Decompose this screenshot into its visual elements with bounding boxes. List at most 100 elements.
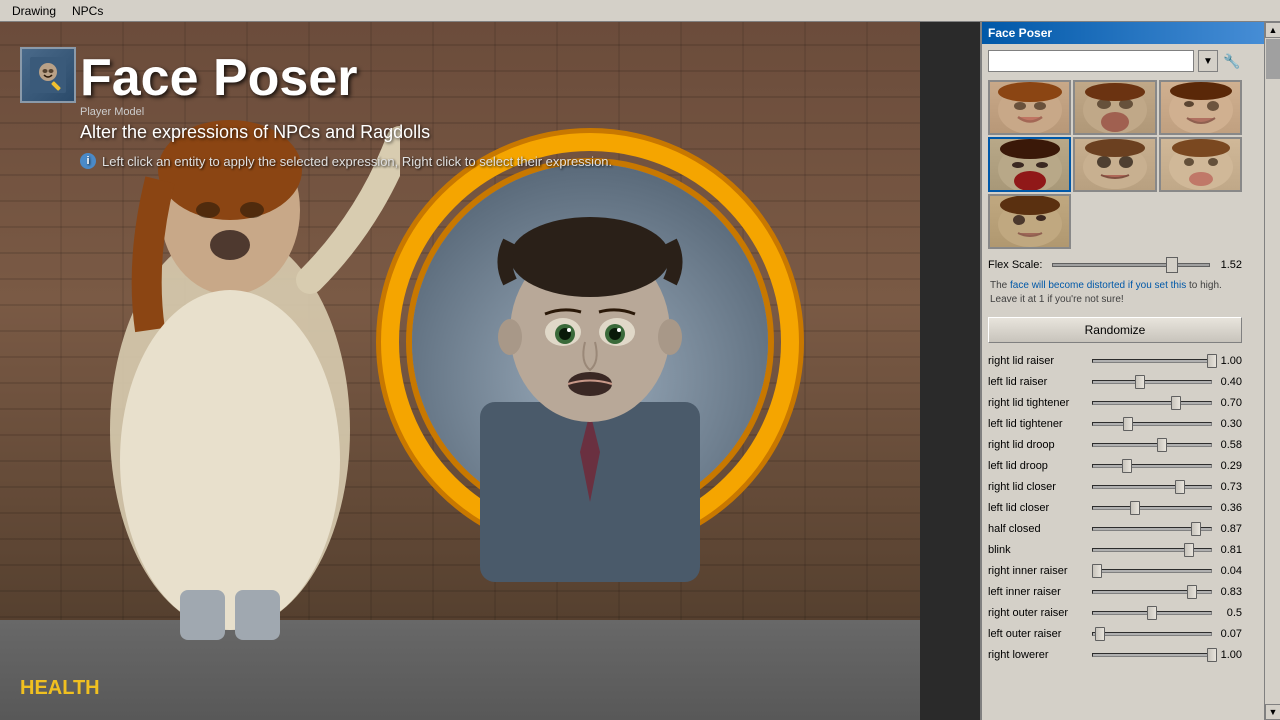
tool-info: i Left click an entity to apply the sele… bbox=[80, 153, 612, 169]
slider-track-2[interactable] bbox=[1092, 395, 1212, 411]
slider-label-3: left lid tightener bbox=[988, 418, 1088, 430]
info-icon: i bbox=[80, 153, 96, 169]
slider-label-5: left lid droop bbox=[988, 460, 1088, 472]
slider-label-7: left lid closer bbox=[988, 502, 1088, 514]
warning-prefix: The bbox=[990, 280, 1010, 291]
slider-value-8: 0.87 bbox=[1216, 523, 1242, 535]
expression-thumbnails bbox=[988, 80, 1242, 249]
slider-value-5: 0.29 bbox=[1216, 460, 1242, 472]
thumb-2[interactable] bbox=[1073, 80, 1156, 135]
slider-value-10: 0.04 bbox=[1216, 565, 1242, 577]
thumb-1[interactable] bbox=[988, 80, 1071, 135]
slider-value-3: 0.30 bbox=[1216, 418, 1242, 430]
slider-value-9: 0.81 bbox=[1216, 544, 1242, 556]
wrench-button[interactable]: 🔧 bbox=[1222, 50, 1242, 72]
slider-row: right outer raiser 0.5 bbox=[988, 603, 1242, 623]
slider-value-2: 0.70 bbox=[1216, 397, 1242, 409]
slider-track-8[interactable] bbox=[1092, 521, 1212, 537]
slider-track-3[interactable] bbox=[1092, 416, 1212, 432]
slider-track-1[interactable] bbox=[1092, 374, 1212, 390]
panel-titlebar: Face Poser bbox=[982, 22, 1280, 44]
scroll-down-arrow[interactable]: ▼ bbox=[1265, 704, 1280, 720]
slider-row: right lid closer 0.73 bbox=[988, 477, 1242, 497]
slider-row: right lid raiser 1.00 bbox=[988, 351, 1242, 371]
expression-dropdown-row: ▼ 🔧 bbox=[988, 50, 1242, 72]
slider-label-12: right outer raiser bbox=[988, 607, 1088, 619]
slider-value-13: 0.07 bbox=[1216, 628, 1242, 640]
slider-row: blink 0.81 bbox=[988, 540, 1242, 560]
dropdown-arrow-button[interactable]: ▼ bbox=[1198, 50, 1218, 72]
slider-track-0[interactable] bbox=[1092, 353, 1212, 369]
warning-text: The face will become distorted if you se… bbox=[988, 277, 1242, 309]
warning-highlight: face will become distorted if you set th… bbox=[1010, 280, 1186, 291]
slider-label-9: blink bbox=[988, 544, 1088, 556]
thumb-3[interactable] bbox=[1159, 80, 1242, 135]
slider-value-0: 1.00 bbox=[1216, 355, 1242, 367]
slider-row: left lid raiser 0.40 bbox=[988, 372, 1242, 392]
scroll-up-arrow[interactable]: ▲ bbox=[1265, 22, 1280, 38]
slider-value-1: 0.40 bbox=[1216, 376, 1242, 388]
slider-label-0: right lid raiser bbox=[988, 355, 1088, 367]
ground-floor bbox=[0, 620, 920, 720]
menu-drawing[interactable]: Drawing bbox=[6, 2, 62, 20]
panel-content: ▼ 🔧 bbox=[982, 44, 1280, 720]
thumb-7[interactable] bbox=[988, 194, 1071, 249]
face-poser-panel: Face Poser ▼ 🔧 bbox=[980, 22, 1280, 720]
slider-label-8: half closed bbox=[988, 523, 1088, 535]
tool-icon bbox=[20, 47, 76, 103]
slider-row: left lid droop 0.29 bbox=[988, 456, 1242, 476]
slider-track-13[interactable] bbox=[1092, 626, 1212, 642]
slider-track-11[interactable] bbox=[1092, 584, 1212, 600]
slider-row: right lowerer1.00 bbox=[988, 645, 1242, 665]
flex-scale-slider[interactable] bbox=[1052, 257, 1210, 273]
slider-value-6: 0.73 bbox=[1216, 481, 1242, 493]
slider-label-6: right lid closer bbox=[988, 481, 1088, 493]
slider-value-14: 1.00 bbox=[1216, 649, 1242, 661]
slider-row: left outer raiser 0.07 bbox=[988, 624, 1242, 644]
game-viewport: Face Poser Player Model Alter the expres… bbox=[0, 22, 920, 720]
slider-label-10: right inner raiser bbox=[988, 565, 1088, 577]
tool-info-text: Left click an entity to apply the select… bbox=[102, 154, 612, 169]
scroll-thumb[interactable] bbox=[1266, 39, 1280, 79]
slider-label-13: left outer raiser bbox=[988, 628, 1088, 640]
tool-subtitle: Alter the expressions of NPCs and Ragdol… bbox=[80, 122, 612, 143]
panel-title: Face Poser bbox=[988, 26, 1052, 40]
slider-track-7[interactable] bbox=[1092, 500, 1212, 516]
flex-scale-value: 1.52 bbox=[1214, 259, 1242, 271]
randomize-button[interactable]: Randomize bbox=[988, 317, 1242, 343]
health-hud: HEALTH bbox=[20, 677, 100, 700]
thumb-5[interactable] bbox=[1073, 137, 1156, 192]
slider-label-2: right lid tightener bbox=[988, 397, 1088, 409]
slider-label-11: left inner raiser bbox=[988, 586, 1088, 598]
expression-select[interactable] bbox=[988, 50, 1194, 72]
menubar: Drawing NPCs bbox=[0, 0, 1280, 22]
slider-row: left lid tightener 0.30 bbox=[988, 414, 1242, 434]
flex-scale-row: Flex Scale: 1.52 bbox=[988, 257, 1242, 273]
tool-header: Face Poser Player Model Alter the expres… bbox=[80, 52, 612, 169]
panel-scrollbar[interactable]: ▲ ▼ bbox=[1264, 22, 1280, 720]
slider-value-4: 0.58 bbox=[1216, 439, 1242, 451]
slider-track-10[interactable] bbox=[1092, 563, 1212, 579]
slider-row: right inner raiser 0.04 bbox=[988, 561, 1242, 581]
slider-track-14[interactable] bbox=[1092, 647, 1212, 663]
slider-label-4: right lid droop bbox=[988, 439, 1088, 451]
player-model-label: Player Model bbox=[80, 106, 612, 118]
menu-npcs[interactable]: NPCs bbox=[66, 2, 109, 20]
slider-value-7: 0.36 bbox=[1216, 502, 1242, 514]
slider-value-11: 0.83 bbox=[1216, 586, 1242, 598]
thumb-4[interactable] bbox=[988, 137, 1071, 192]
slider-track-12[interactable] bbox=[1092, 605, 1212, 621]
slider-row: right lid tightener 0.70 bbox=[988, 393, 1242, 413]
slider-track-5[interactable] bbox=[1092, 458, 1212, 474]
sliders-container: right lid raiser 1.00 left lid raiser 0.40 r… bbox=[988, 351, 1242, 665]
slider-row: left inner raiser 0.83 bbox=[988, 582, 1242, 602]
thumb-6[interactable] bbox=[1159, 137, 1242, 192]
slider-row: left lid closer 0.36 bbox=[988, 498, 1242, 518]
slider-track-9[interactable] bbox=[1092, 542, 1212, 558]
slider-track-4[interactable] bbox=[1092, 437, 1212, 453]
slider-value-12: 0.5 bbox=[1216, 607, 1242, 619]
slider-label-1: left lid raiser bbox=[988, 376, 1088, 388]
tool-title: Face Poser bbox=[80, 52, 612, 104]
health-label: HEALTH bbox=[20, 677, 100, 699]
slider-track-6[interactable] bbox=[1092, 479, 1212, 495]
